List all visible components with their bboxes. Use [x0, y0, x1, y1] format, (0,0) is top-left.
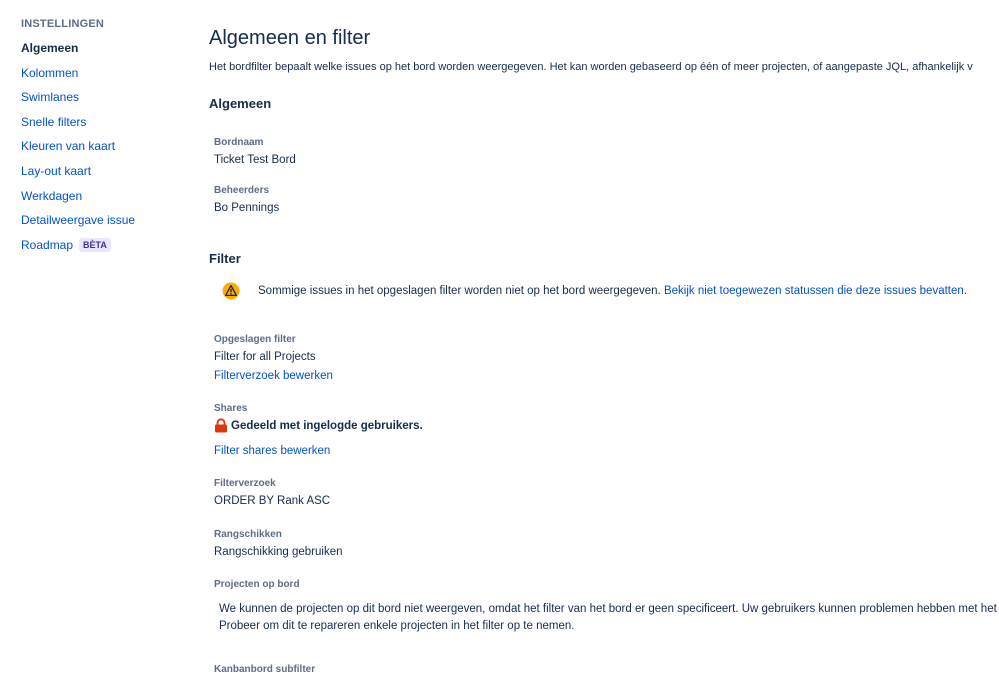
kanban-subfilter-label: Kanbanbord subfilter	[214, 664, 316, 675]
saved-filter-label: Opgeslagen filter	[214, 334, 296, 345]
saved-filter-value: Filter for all Projects	[214, 351, 316, 363]
beta-badge: BÈTA	[79, 237, 111, 252]
board-name-value: Ticket Test Bord	[214, 154, 296, 166]
page-description: Het bordfilter bepaalt welke issues op h…	[209, 61, 973, 73]
warning-text: Sommige issues in het opgeslagen filter …	[258, 285, 661, 297]
sidebar-item-lay-out-kaart[interactable]: Lay-out kaart	[21, 161, 135, 186]
ranking-label: Rangschikken	[214, 529, 282, 540]
settings-nav: Algemeen Kolommen Swimlanes Snelle filte…	[21, 38, 135, 259]
projects-on-board-message: We kunnen de projecten op dit bord niet …	[219, 601, 997, 635]
sidebar-item-werkdagen[interactable]: Werkdagen	[21, 186, 135, 211]
filter-query-value: ORDER BY Rank ASC	[214, 495, 331, 507]
shares-value: Gedeeld met ingelogde gebruikers.	[231, 420, 423, 432]
sidebar-item-kolommen[interactable]: Kolommen	[21, 63, 135, 88]
sidebar-item-label: Roadmap	[21, 237, 74, 252]
page-title: Algemeen en filter	[209, 27, 371, 49]
main-content: Algemeen en filter Het bordfilter bepaal…	[209, 0, 999, 678]
projects-message-line-2: Probeer om dit te repareren enkele proje…	[219, 620, 575, 632]
sidebar-item-roadmap[interactable]: Roadmap BÈTA	[21, 235, 135, 260]
sidebar-item-snelle-filters[interactable]: Snelle filters	[21, 112, 135, 137]
unassigned-statuses-link[interactable]: Bekijk niet toegewezen statussen die dez…	[664, 285, 964, 297]
warning-suffix: .	[963, 285, 967, 297]
section-title-filter: Filter	[209, 251, 241, 266]
sidebar-item-swimlanes[interactable]: Swimlanes	[21, 87, 135, 112]
admins-value: Bo Pennings	[214, 202, 280, 214]
edit-filter-shares-link[interactable]: Filter shares bewerken	[214, 445, 330, 457]
warning-icon	[222, 282, 240, 300]
section-title-algemeen: Algemeen	[209, 96, 272, 111]
ranking-value: Rangschikking gebruiken	[214, 546, 343, 558]
filter-query-label: Filterverzoek	[214, 478, 276, 489]
projects-on-board-label: Projecten op bord	[214, 579, 300, 590]
warning-message: Sommige issues in het opgeslagen filter …	[258, 285, 967, 297]
lock-icon	[214, 418, 228, 433]
sidebar-heading: INSTELLINGEN	[21, 18, 105, 30]
admins-label: Beheerders	[214, 185, 270, 196]
sidebar-item-algemeen[interactable]: Algemeen	[21, 38, 135, 63]
sidebar-item-detailweergave-issue[interactable]: Detailweergave issue	[21, 210, 135, 235]
projects-message-line-1: We kunnen de projecten op dit bord niet …	[219, 603, 997, 615]
sidebar-item-kleuren-van-kaart[interactable]: Kleuren van kaart	[21, 136, 135, 161]
settings-sidebar: INSTELLINGEN Algemeen Kolommen Swimlanes…	[0, 0, 190, 678]
board-name-label: Bordnaam	[214, 137, 264, 148]
edit-filter-query-link[interactable]: Filterverzoek bewerken	[214, 370, 333, 382]
shares-label: Shares	[214, 403, 248, 414]
